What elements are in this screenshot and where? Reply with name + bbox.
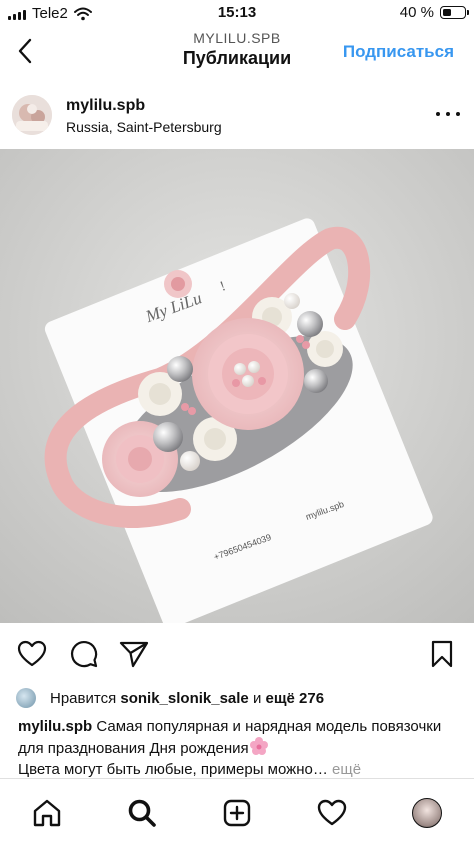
- post-caption: mylilu.spb Самая популярная и нарядная м…: [18, 716, 462, 780]
- profile-tab[interactable]: [409, 795, 445, 831]
- ellipsis-icon[interactable]: [436, 104, 460, 124]
- battery-icon: [440, 6, 469, 19]
- liker-avatar: [16, 688, 36, 708]
- heart-icon[interactable]: [16, 638, 48, 670]
- cherry-blossom-icon: [249, 737, 268, 755]
- likes-row[interactable]: Нравится sonik_slonik_sale и ещё 276: [16, 686, 324, 710]
- status-right: 40 %: [399, 4, 469, 21]
- post-actions: [0, 632, 474, 676]
- bottom-tab-bar: [0, 778, 474, 843]
- battery-fill: [442, 8, 451, 16]
- activity-heart-icon[interactable]: [314, 795, 350, 831]
- headband-photo: My LiLu ! +79650454039 mylilu.spb: [0, 149, 474, 623]
- likes-joiner: и: [252, 689, 262, 707]
- likes-prefix: Нравится: [50, 689, 117, 707]
- post-location[interactable]: Russia, Saint-Petersburg: [66, 119, 222, 135]
- bookmark-icon[interactable]: [426, 638, 458, 670]
- likes-count[interactable]: ещё 276: [266, 690, 325, 707]
- search-icon[interactable]: [124, 795, 160, 831]
- avatar[interactable]: [12, 95, 52, 135]
- post-photo[interactable]: My LiLu ! +79650454039 mylilu.spb: [0, 149, 474, 623]
- profile-avatar: [412, 798, 442, 828]
- caption-username[interactable]: mylilu.spb: [18, 718, 92, 735]
- post-header: mylilu.spb Russia, Saint-Petersburg: [0, 86, 474, 148]
- comment-icon[interactable]: [68, 638, 100, 670]
- battery-percent: 40 %: [399, 4, 434, 21]
- status-bar: Tele2 15:13 40 %: [0, 0, 474, 26]
- plus-square-icon[interactable]: [219, 795, 255, 831]
- paper-plane-icon[interactable]: [118, 638, 150, 670]
- post-username[interactable]: mylilu.spb: [66, 97, 145, 115]
- home-icon[interactable]: [29, 795, 65, 831]
- caption-text-line2: Цвета могут быть любые, примеры можно…: [18, 761, 328, 778]
- nav-header: MYLILU.SPB Публикации Подписаться: [0, 26, 474, 78]
- follow-button[interactable]: Подписаться: [343, 42, 454, 62]
- caption-more-link[interactable]: ещё: [332, 761, 361, 778]
- likes-user[interactable]: sonik_slonik_sale: [120, 690, 248, 707]
